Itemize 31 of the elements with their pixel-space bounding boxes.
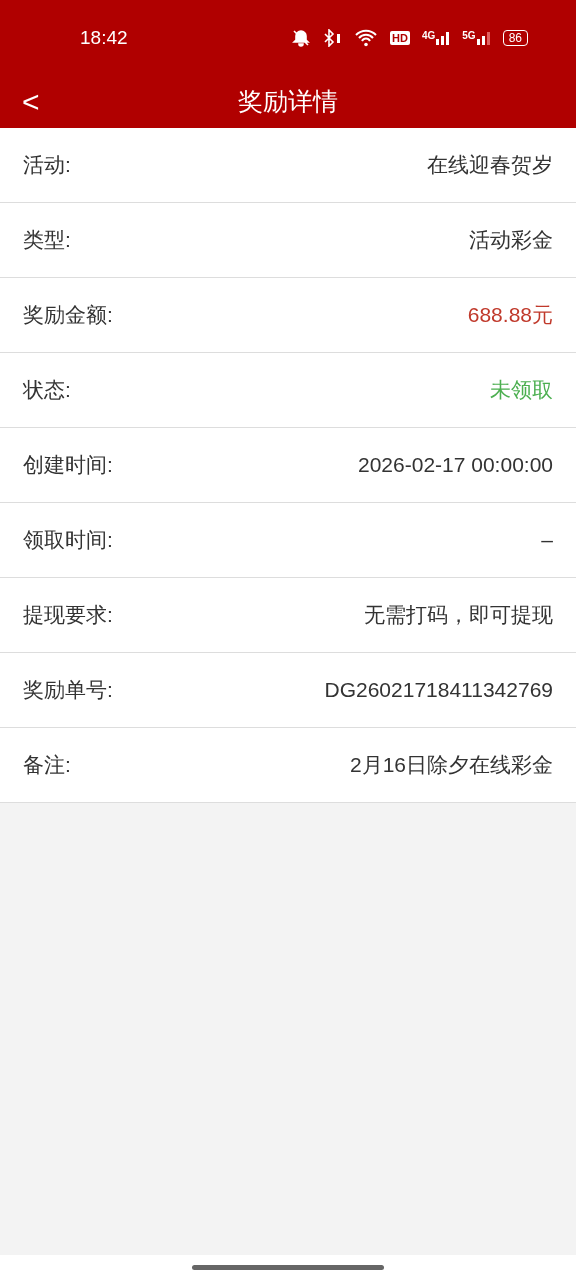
field-label: 活动: [23,152,71,179]
network-label: 4G [421,31,436,41]
battery-indicator: 86 [502,30,528,46]
field-value: 未领取 [490,377,553,404]
field-value: 无需打码，即可提现 [364,602,553,629]
hd-badge: HD [390,31,410,45]
page-title: 奖励详情 [238,86,338,118]
field-label: 奖励单号: [23,677,113,704]
field-value: 活动彩金 [469,227,553,254]
field-value: – [541,527,553,554]
network-label: 5G [462,31,476,41]
field-value: 2026-02-17 00:00:00 [358,452,553,479]
field-label: 领取时间: [23,527,113,554]
home-indicator[interactable] [192,1265,384,1270]
field-label: 状态: [23,377,71,404]
field-value: 在线迎春贺岁 [427,152,553,179]
signal-icon [436,31,451,45]
field-label: 类型: [23,227,71,254]
back-button[interactable]: < [18,87,44,117]
field-label: 提现要求: [23,602,113,629]
field-value: DG26021718411342769 [324,677,553,704]
signal-icon [476,31,491,45]
field-label: 备注: [23,752,71,779]
field-label: 奖励金额: [23,302,113,329]
bluetooth-icon [322,29,343,47]
field-value: 2月16日除夕在线彩金 [349,752,553,779]
status-time: 18:42 [80,25,128,50]
field-value: 688.88元 [467,302,553,329]
bell-muted-icon [292,29,311,47]
field-label: 创建时间: [23,452,113,479]
wifi-icon [354,29,379,47]
